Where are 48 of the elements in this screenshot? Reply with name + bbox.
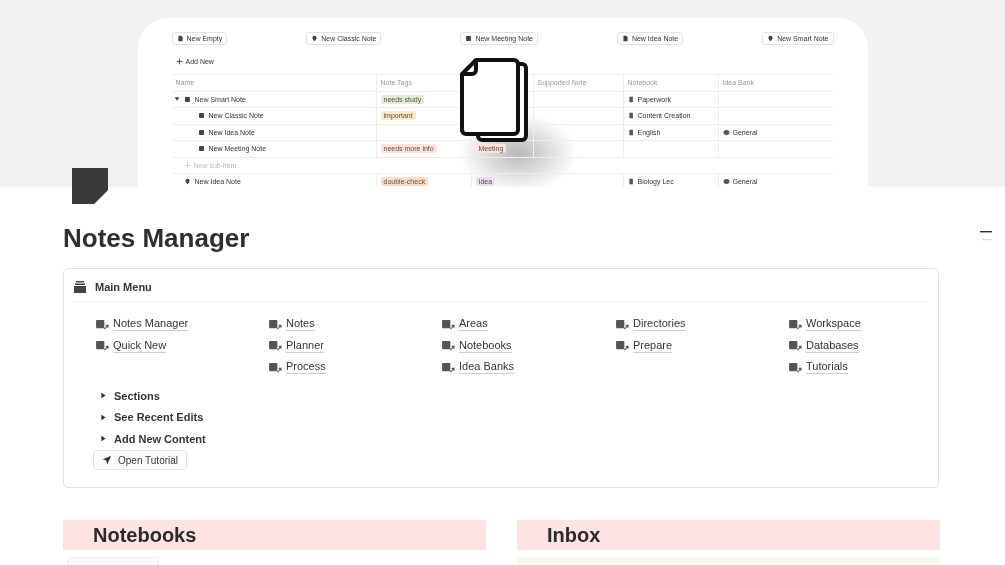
callout-title: Main Menu xyxy=(95,281,152,293)
page-link-icon xyxy=(442,361,455,373)
toggle-heading[interactable]: Add New Content xyxy=(114,432,206,445)
toggle-heading[interactable]: See Recent Edits xyxy=(114,411,204,424)
page-link-icon xyxy=(616,318,629,330)
page-link-icon xyxy=(269,318,282,330)
plus-icon xyxy=(183,161,191,169)
archive-icon xyxy=(74,281,86,293)
page-link-icon xyxy=(442,340,455,352)
page-link[interactable]: Notes xyxy=(286,317,315,332)
page-link[interactable]: Quick New xyxy=(113,338,167,353)
sticky-note-icon xyxy=(72,168,108,204)
page-link[interactable]: Process xyxy=(286,360,326,375)
page-link[interactable]: Idea Banks xyxy=(459,360,515,375)
toggle-heading[interactable]: Sections xyxy=(114,389,160,402)
expand-arrow-icon[interactable] xyxy=(173,96,180,103)
page-link-icon xyxy=(96,340,109,352)
page-link-icon xyxy=(269,340,282,352)
section-heading: Notebooks xyxy=(63,520,486,550)
cube-icon xyxy=(722,178,730,186)
page-link[interactable]: Areas xyxy=(459,317,488,332)
page-link-icon xyxy=(96,318,109,330)
toggle-arrow-icon[interactable] xyxy=(100,413,107,421)
page-link-icon xyxy=(789,318,802,330)
plus-icon xyxy=(175,58,183,65)
toggle-arrow-icon[interactable] xyxy=(100,392,107,400)
page-link[interactable]: Workspace xyxy=(806,317,861,332)
toggle-arrow-icon[interactable] xyxy=(100,435,107,443)
page-link-icon xyxy=(616,340,629,352)
page-link-icon xyxy=(442,318,455,330)
page-link-icon xyxy=(789,340,802,352)
cube-icon xyxy=(722,128,730,136)
send-icon xyxy=(102,455,112,465)
page-link[interactable]: Databases xyxy=(806,338,859,353)
page-link[interactable]: Directories xyxy=(633,317,686,332)
page-link[interactable]: Notebooks xyxy=(459,338,512,353)
book-icon xyxy=(627,178,635,186)
outline-icon[interactable] xyxy=(980,230,992,241)
page-link-icon xyxy=(789,361,802,373)
page-title: Notes Manager xyxy=(63,223,250,254)
book-icon xyxy=(627,95,635,103)
page-link[interactable]: Tutorials xyxy=(806,360,848,375)
open-tutorial-button[interactable]: Open Tutorial xyxy=(93,450,188,470)
section-heading: Inbox xyxy=(517,520,940,550)
page-link-icon xyxy=(269,361,282,373)
page-link[interactable]: Notes Manager xyxy=(113,317,189,332)
page-link[interactable]: Prepare xyxy=(633,338,673,353)
page-link[interactable]: Planner xyxy=(286,338,324,353)
